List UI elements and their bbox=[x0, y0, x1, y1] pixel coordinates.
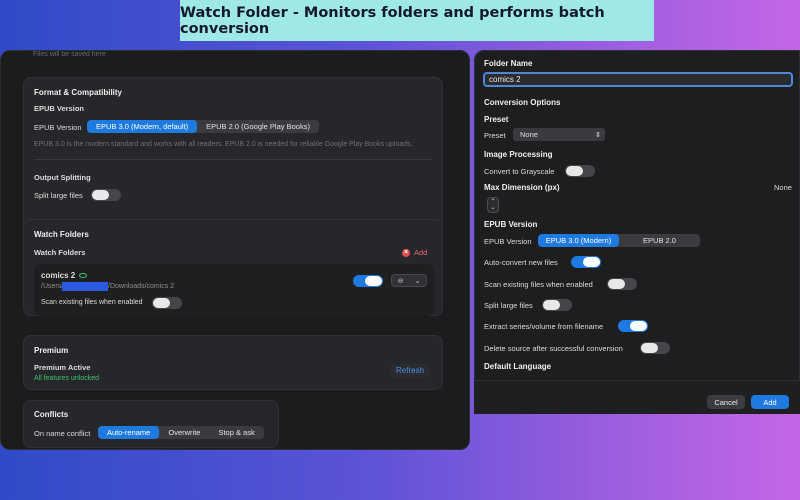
settings-window: Files will be saved here Format & Compat… bbox=[0, 50, 470, 450]
max-dimension-value: None bbox=[774, 183, 792, 192]
delete-source-toggle[interactable] bbox=[640, 342, 670, 354]
dialog-epub-option-2[interactable]: EPUB 2.0 bbox=[619, 234, 700, 247]
name-conflict-segmented: Auto-rename Overwrite Stop & ask bbox=[98, 426, 264, 439]
add-folder-label: Add bbox=[414, 248, 428, 257]
section-divider bbox=[34, 159, 432, 160]
format-section-title: Format & Compatibility bbox=[34, 88, 123, 97]
dialog-scan-existing-label: Scan existing files when enabled bbox=[484, 280, 593, 289]
add-button[interactable]: Add bbox=[751, 395, 789, 409]
conversion-options-heading: Conversion Options bbox=[484, 98, 561, 107]
folder-path-prefix: /Users/ bbox=[41, 283, 64, 290]
redacted-username bbox=[62, 282, 108, 291]
premium-title: Premium bbox=[34, 346, 69, 355]
scan-existing-label: Scan existing files when enabled bbox=[41, 299, 143, 306]
eye-icon bbox=[79, 273, 87, 278]
image-processing-heading: Image Processing bbox=[484, 150, 553, 159]
dialog-epub-label: EPUB Version bbox=[484, 237, 532, 246]
add-watch-folder-dialog: Folder Name Conversion Options Preset Pr… bbox=[474, 50, 800, 414]
delete-source-label: Delete source after successful conversio… bbox=[484, 344, 623, 353]
epub-option-3[interactable]: EPUB 3.0 (Modern, default) bbox=[87, 120, 198, 133]
epub-help-text: EPUB 3.0 is the modern standard and work… bbox=[34, 141, 413, 148]
folder-enabled-toggle[interactable] bbox=[353, 275, 383, 287]
dialog-scan-existing-toggle[interactable] bbox=[607, 278, 637, 290]
dialog-epub-heading: EPUB Version bbox=[484, 220, 538, 229]
name-conflict-label: On name conflict bbox=[34, 429, 91, 438]
epub-version-segmented: EPUB 3.0 (Modern, default) EPUB 2.0 (Goo… bbox=[87, 120, 319, 133]
watch-folders-subtitle: Watch Folders bbox=[34, 248, 86, 257]
add-folder-button[interactable]: × Add bbox=[402, 248, 427, 257]
updown-chevron-icon: ⇕ bbox=[595, 131, 601, 139]
folder-name: comics 2 bbox=[41, 271, 76, 280]
epub-version-label: EPUB Version bbox=[34, 123, 82, 132]
refresh-button[interactable]: Refresh bbox=[390, 364, 431, 377]
conflict-option-stop-ask[interactable]: Stop & ask bbox=[209, 426, 263, 439]
folder-name-label: Folder Name bbox=[484, 59, 533, 68]
chevron-down-icon: ⌄ bbox=[414, 277, 421, 285]
dialog-footer: Cancel Add bbox=[474, 380, 800, 414]
preset-select[interactable]: None ⇕ bbox=[513, 128, 605, 141]
output-splitting-heading: Output Splitting bbox=[34, 173, 91, 182]
watch-folders-card: Watch Folders Watch Folders × Add comics… bbox=[23, 219, 443, 316]
dialog-split-files-toggle[interactable] bbox=[542, 299, 572, 311]
premium-card: Premium Premium Active All features unlo… bbox=[23, 335, 443, 390]
preset-heading: Preset bbox=[484, 115, 509, 124]
epub-version-heading: EPUB Version bbox=[34, 104, 85, 113]
extract-series-toggle[interactable] bbox=[618, 320, 648, 332]
folder-name-input[interactable] bbox=[483, 72, 793, 87]
max-dimension-stepper[interactable]: ⌃ ⌄ bbox=[487, 197, 499, 213]
save-location-hint: Files will be saved here bbox=[33, 51, 106, 58]
split-large-files-label: Split large files bbox=[34, 191, 83, 200]
auto-convert-label: Auto-convert new files bbox=[484, 258, 558, 267]
stepper-down-icon: ⌄ bbox=[490, 205, 496, 211]
grayscale-label: Convert to Grayscale bbox=[484, 167, 555, 176]
folder-path-suffix: /Downloads/comics 2 bbox=[108, 283, 175, 290]
split-large-files-toggle[interactable] bbox=[91, 189, 121, 201]
more-icon: ⊖ bbox=[397, 277, 404, 285]
cancel-button[interactable]: Cancel bbox=[707, 395, 745, 409]
folder-actions-menu[interactable]: ⊖ ⌄ bbox=[391, 274, 427, 287]
preset-value: None bbox=[520, 130, 538, 139]
conflicts-title: Conflicts bbox=[34, 410, 69, 419]
max-dimension-label: Max Dimension (px) bbox=[484, 183, 560, 192]
grayscale-toggle[interactable] bbox=[565, 165, 595, 177]
default-language-heading: Default Language bbox=[484, 362, 552, 371]
dialog-epub-segmented: EPUB 3.0 (Modern) EPUB 2.0 bbox=[538, 234, 700, 247]
watch-folder-item: comics 2 /Users/ /Downloads/comics 2 Sca… bbox=[34, 264, 434, 316]
conflict-option-overwrite[interactable]: Overwrite bbox=[159, 426, 209, 439]
premium-status: Premium Active bbox=[34, 363, 91, 372]
premium-detail: All features unlocked bbox=[34, 375, 99, 382]
dialog-split-files-label: Split large files bbox=[484, 301, 533, 310]
conflict-option-auto-rename[interactable]: Auto-rename bbox=[98, 426, 160, 439]
conflicts-card: Conflicts On name conflict Auto-rename O… bbox=[23, 400, 279, 448]
preset-label: Preset bbox=[484, 131, 506, 140]
auto-convert-toggle[interactable] bbox=[571, 256, 601, 268]
extract-series-label: Extract series/volume from filename bbox=[484, 322, 604, 331]
banner-title: Watch Folder - Monitors folders and perf… bbox=[180, 0, 654, 41]
dialog-epub-option-3[interactable]: EPUB 3.0 (Modern) bbox=[538, 234, 619, 247]
scan-existing-toggle[interactable] bbox=[152, 297, 182, 309]
watch-folders-title: Watch Folders bbox=[34, 230, 89, 239]
epub-option-2[interactable]: EPUB 2.0 (Google Play Books) bbox=[197, 120, 319, 133]
add-circle-icon: × bbox=[402, 248, 410, 257]
